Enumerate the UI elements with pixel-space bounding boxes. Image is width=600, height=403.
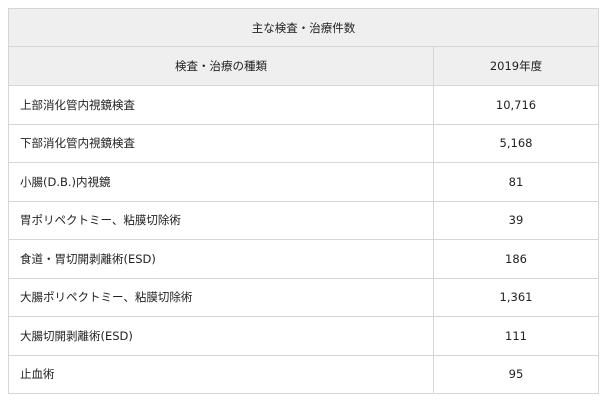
procedure-name: 止血術 (8, 354, 434, 394)
table-row: 大腸切開剥離術(ESD) 111 (8, 316, 599, 356)
procedure-count: 5,168 (433, 123, 599, 163)
procedure-name: 胃ポリペクトミー、粘膜切除術 (8, 200, 434, 240)
column-header-type: 検査・治療の種類 (8, 46, 434, 86)
procedure-count: 39 (433, 200, 599, 240)
procedure-count: 10,716 (433, 85, 599, 125)
procedure-count: 111 (433, 316, 599, 356)
procedure-name: 小腸(D.B.)内視鏡 (8, 162, 434, 202)
table-title-row: 主な検査・治療件数 (8, 8, 599, 47)
table-header-row: 検査・治療の種類 2019年度 (8, 46, 599, 86)
procedure-name: 大腸ポリペクトミー、粘膜切除術 (8, 277, 434, 317)
procedure-count: 186 (433, 239, 599, 279)
table-row: 上部消化管内視鏡検査 10,716 (8, 85, 599, 125)
table-row: 小腸(D.B.)内視鏡 81 (8, 162, 599, 202)
procedures-table: 主な検査・治療件数 検査・治療の種類 2019年度 上部消化管内視鏡検査 10,… (8, 8, 599, 394)
procedure-name: 大腸切開剥離術(ESD) (8, 316, 434, 356)
table-row: 止血術 95 (8, 354, 599, 394)
table-row: 大腸ポリペクトミー、粘膜切除術 1,361 (8, 277, 599, 317)
table-title: 主な検査・治療件数 (8, 8, 599, 47)
table-row: 下部消化管内視鏡検査 5,168 (8, 123, 599, 163)
procedure-name: 食道・胃切開剥離術(ESD) (8, 239, 434, 279)
procedure-count: 1,361 (433, 277, 599, 317)
procedure-count: 81 (433, 162, 599, 202)
column-header-year: 2019年度 (433, 46, 599, 86)
procedure-name: 下部消化管内視鏡検査 (8, 123, 434, 163)
table-row: 胃ポリペクトミー、粘膜切除術 39 (8, 200, 599, 240)
procedure-count: 95 (433, 354, 599, 394)
procedure-name: 上部消化管内視鏡検査 (8, 85, 434, 125)
table-container: 主な検査・治療件数 検査・治療の種類 2019年度 上部消化管内視鏡検査 10,… (8, 8, 599, 394)
table-row: 食道・胃切開剥離術(ESD) 186 (8, 239, 599, 279)
